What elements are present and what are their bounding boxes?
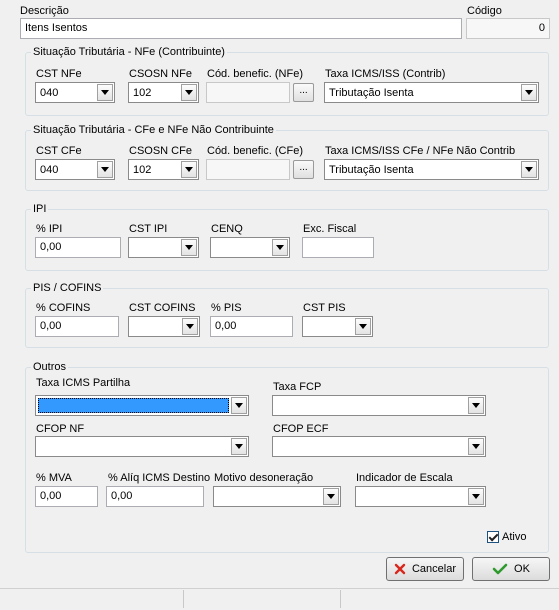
taxa-cfe-label: Taxa ICMS/ISS CFe / NFe Não Contrib [325,145,516,157]
csosn-cfe-value: 102 [133,164,152,176]
cst-cfe-select[interactable]: 040 [35,159,115,180]
cst-pis-select[interactable] [302,316,373,337]
cst-nfe-select[interactable]: 040 [35,82,115,103]
cancel-button-label: Cancelar [411,563,457,575]
chevron-down-icon[interactable] [468,488,484,505]
taxa-cfe-value: Tributação Isenta [329,164,414,176]
status-bar-divider [183,590,184,608]
codigo-field: 0 [466,18,550,39]
csosn-nfe-label: CSOSN NFe [129,68,192,80]
cst-ipi-select[interactable] [128,237,199,258]
cfop-ecf-label: CFOP ECF [273,423,329,435]
chevron-down-icon[interactable] [468,397,484,414]
exc-fiscal-label: Exc. Fiscal [303,223,357,235]
benef-cfe-label: Cód. benefic. (CFe) [207,145,303,157]
cenq-select[interactable] [210,237,290,258]
benef-nfe-label: Cód. benefic. (NFe) [207,68,303,80]
taxa-nfe-value: Tributação Isenta [329,87,414,99]
fcp-label: Taxa FCP [273,381,322,393]
pct-pis-field[interactable]: 0,00 [210,316,293,337]
chevron-down-icon[interactable] [231,438,247,455]
pis-cofins-group-title: PIS / COFINS [31,282,104,294]
chevron-down-icon[interactable] [468,438,484,455]
codigo-label: Código [467,5,502,17]
mva-field[interactable]: 0,00 [35,486,98,507]
chevron-down-icon[interactable] [355,318,371,335]
cst-ipi-label: CST IPI [129,223,168,235]
ok-button-label: OK [514,563,530,575]
motivo-label: Motivo desoneração [214,472,314,484]
cst-nfe-label: CST NFe [36,68,82,80]
benef-nfe-browse-button[interactable]: ... [293,83,314,102]
cst-cfe-label: CST CFe [36,145,82,157]
aliq-destino-field[interactable]: 0,00 [106,486,204,507]
cst-nfe-value: 040 [40,87,59,99]
ativo-label: Ativo [502,531,527,543]
csosn-cfe-label: CSOSN CFe [129,145,192,157]
csosn-cfe-select[interactable]: 102 [128,159,199,180]
chevron-down-icon[interactable] [182,318,198,335]
chevron-down-icon[interactable] [521,161,537,178]
chevron-down-icon[interactable] [323,488,339,505]
ativo-checkbox[interactable] [487,531,499,543]
pct-cofins-field[interactable]: 0,00 [35,316,119,337]
chevron-down-icon[interactable] [181,84,197,101]
cfop-nf-label: CFOP NF [36,423,85,435]
status-bar [0,588,559,610]
x-icon [394,563,406,575]
cst-cofins-label: CST COFINS [129,302,196,314]
benef-cfe-browse-button[interactable]: ... [293,160,314,179]
chevron-down-icon[interactable] [521,84,537,101]
partilha-select[interactable] [35,395,249,416]
chevron-down-icon[interactable] [181,239,197,256]
partilha-value [38,398,229,413]
taxa-nfe-select[interactable]: Tributação Isenta [324,82,539,103]
cfop-nf-select[interactable] [35,436,249,457]
cancel-button[interactable]: Cancelar [386,557,464,581]
outros-group-title: Outros [31,361,69,373]
taxa-cfe-select[interactable]: Tributação Isenta [324,159,539,180]
chevron-down-icon[interactable] [97,84,113,101]
cst-cfe-value: 040 [40,164,59,176]
chevron-down-icon[interactable] [272,239,288,256]
cfop-ecf-select[interactable] [272,436,486,457]
benef-cfe-field[interactable] [206,159,290,180]
cst-cofins-select[interactable] [128,316,200,337]
chevron-down-icon[interactable] [181,161,197,178]
mva-label: % MVA [36,472,72,484]
escala-select[interactable] [355,486,486,507]
ok-button[interactable]: OK [472,557,550,581]
exc-fiscal-field[interactable] [302,237,374,258]
ipi-group-title: IPI [31,203,49,215]
pct-ipi-label: % IPI [36,223,63,235]
chevron-down-icon[interactable] [97,161,113,178]
checkmark-icon [492,563,508,575]
cfe-group-title: Situação Tributária - CFe e NFe Não Cont… [31,124,276,136]
escala-label: Indicador de Escala [356,472,453,484]
pct-ipi-field[interactable]: 0,00 [35,237,121,258]
status-bar-divider [340,590,341,608]
descricao-label: Descrição [20,5,69,17]
motivo-select[interactable] [213,486,341,507]
pct-pis-label: % PIS [211,302,242,314]
cst-pis-label: CST PIS [303,302,346,314]
fcp-select[interactable] [272,395,486,416]
nfe-group-title: Situação Tributária - NFe (Contribuinte) [31,46,227,58]
chevron-down-icon[interactable] [231,397,247,414]
benef-nfe-field[interactable] [206,82,290,103]
partilha-label: Taxa ICMS Partilha [36,377,131,389]
csosn-nfe-select[interactable]: 102 [128,82,199,103]
descricao-field[interactable]: Itens Isentos [20,18,462,39]
cenq-label: CENQ [211,223,243,235]
csosn-nfe-value: 102 [133,87,152,99]
aliq-destino-label: % Alíq ICMS Destino [108,472,211,484]
taxa-nfe-label: Taxa ICMS/ISS (Contrib) [325,68,446,80]
pct-cofins-label: % COFINS [36,302,91,314]
